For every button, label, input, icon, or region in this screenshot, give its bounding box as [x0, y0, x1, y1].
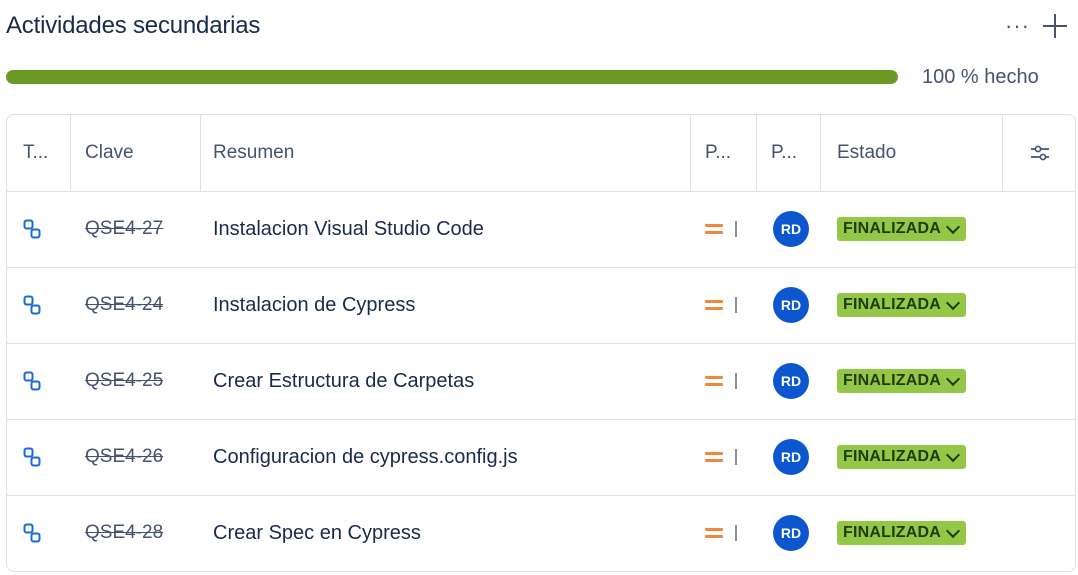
column-settings-button[interactable] [1003, 115, 1075, 191]
issue-summary[interactable]: Configuracion de cypress.config.js [213, 446, 518, 469]
key-cell: QSE4-25 [71, 343, 201, 419]
status-label: FINALIZADA [843, 372, 941, 389]
table-header-row: T... Clave Resumen P... P... Estado [7, 115, 1075, 192]
progress-label: 100 % hecho [922, 66, 1039, 88]
chevron-down-icon [945, 371, 961, 387]
type-cell [7, 267, 71, 343]
key-cell: QSE4-26 [71, 419, 201, 495]
assignee-cell: RD [757, 495, 821, 571]
issue-key-link[interactable]: QSE4-24 [85, 294, 163, 316]
priority-medium-icon [705, 297, 737, 313]
key-cell: QSE4-24 [71, 267, 201, 343]
chevron-down-icon [945, 523, 961, 539]
subtasks-table: T... Clave Resumen P... P... Estado QSE4… [6, 114, 1076, 572]
chevron-down-icon [945, 295, 961, 311]
column-header-status[interactable]: Estado [821, 115, 1003, 191]
assignee-cell: RD [757, 267, 821, 343]
assignee-cell: RD [757, 419, 821, 495]
priority-cell [691, 191, 757, 267]
status-label: FINALIZADA [843, 448, 941, 465]
assignee-avatar[interactable]: RD [773, 211, 809, 247]
status-cell: FINALIZADA [821, 343, 1003, 419]
table-row[interactable]: QSE4-25 Crear Estructura de Carpetas RD … [7, 343, 1075, 420]
status-dropdown[interactable]: FINALIZADA [837, 217, 966, 241]
type-cell [7, 495, 71, 571]
summary-cell: Configuracion de cypress.config.js [201, 419, 691, 495]
section-header: Actividades secundarias ··· [6, 8, 1068, 48]
progress-fill [6, 70, 898, 84]
priority-cell [691, 267, 757, 343]
subtask-icon [23, 295, 41, 315]
status-label: FINALIZADA [843, 524, 941, 541]
chevron-down-icon [945, 219, 961, 235]
status-cell: FINALIZADA [821, 495, 1003, 571]
add-subtask-button[interactable] [1042, 13, 1068, 39]
column-header-type[interactable]: T... [7, 115, 71, 191]
assignee-cell: RD [757, 343, 821, 419]
priority-cell [691, 419, 757, 495]
status-label: FINALIZADA [843, 220, 941, 237]
table-row[interactable]: QSE4-28 Crear Spec en Cypress RD FINALIZ… [7, 495, 1075, 571]
section-title: Actividades secundarias [6, 12, 261, 39]
status-cell: FINALIZADA [821, 191, 1003, 267]
table-row[interactable]: QSE4-26 Configuracion de cypress.config.… [7, 419, 1075, 496]
issue-summary[interactable]: Instalacion de Cypress [213, 294, 415, 317]
issue-key-link[interactable]: QSE4-28 [85, 522, 163, 544]
status-dropdown[interactable]: FINALIZADA [837, 369, 966, 393]
status-label: FINALIZADA [843, 296, 941, 313]
summary-cell: Instalacion de Cypress [201, 267, 691, 343]
column-settings-icon [1031, 145, 1049, 161]
key-cell: QSE4-28 [71, 495, 201, 571]
issue-summary[interactable]: Instalacion Visual Studio Code [213, 218, 484, 241]
issue-key-link[interactable]: QSE4-27 [85, 218, 163, 240]
subtask-icon [23, 447, 41, 467]
status-dropdown[interactable]: FINALIZADA [837, 445, 966, 469]
subtask-icon [23, 523, 41, 543]
column-header-priority[interactable]: P... [691, 115, 757, 191]
priority-medium-icon [705, 449, 737, 465]
status-dropdown[interactable]: FINALIZADA [837, 293, 966, 317]
key-cell: QSE4-27 [71, 191, 201, 267]
priority-medium-icon [705, 373, 737, 389]
summary-cell: Crear Spec en Cypress [201, 495, 691, 571]
column-header-summary[interactable]: Resumen [201, 115, 691, 191]
issue-summary[interactable]: Crear Spec en Cypress [213, 522, 421, 545]
priority-cell [691, 343, 757, 419]
progress-bar [6, 70, 898, 84]
summary-cell: Crear Estructura de Carpetas [201, 343, 691, 419]
assignee-avatar[interactable]: RD [773, 363, 809, 399]
assignee-cell: RD [757, 191, 821, 267]
type-cell [7, 343, 71, 419]
chevron-down-icon [945, 447, 961, 463]
priority-medium-icon [705, 525, 737, 541]
status-cell: FINALIZADA [821, 419, 1003, 495]
header-actions: ··· [1005, 8, 1068, 44]
more-actions-button[interactable]: ··· [1005, 15, 1030, 37]
priority-cell [691, 495, 757, 571]
type-cell [7, 191, 71, 267]
column-header-key[interactable]: Clave [71, 115, 201, 191]
assignee-avatar[interactable]: RD [773, 287, 809, 323]
assignee-avatar[interactable]: RD [773, 515, 809, 551]
table-row[interactable]: QSE4-24 Instalacion de Cypress RD FINALI… [7, 267, 1075, 344]
priority-medium-icon [705, 221, 737, 237]
issue-summary[interactable]: Crear Estructura de Carpetas [213, 370, 474, 393]
issue-key-link[interactable]: QSE4-26 [85, 446, 163, 468]
type-cell [7, 419, 71, 495]
subtask-icon [23, 219, 41, 239]
issue-key-link[interactable]: QSE4-25 [85, 370, 163, 392]
column-header-assignee[interactable]: P... [757, 115, 821, 191]
table-row[interactable]: QSE4-27 Instalacion Visual Studio Code R… [7, 191, 1075, 268]
status-cell: FINALIZADA [821, 267, 1003, 343]
subtask-icon [23, 371, 41, 391]
assignee-avatar[interactable]: RD [773, 439, 809, 475]
status-dropdown[interactable]: FINALIZADA [837, 521, 966, 545]
summary-cell: Instalacion Visual Studio Code [201, 191, 691, 267]
